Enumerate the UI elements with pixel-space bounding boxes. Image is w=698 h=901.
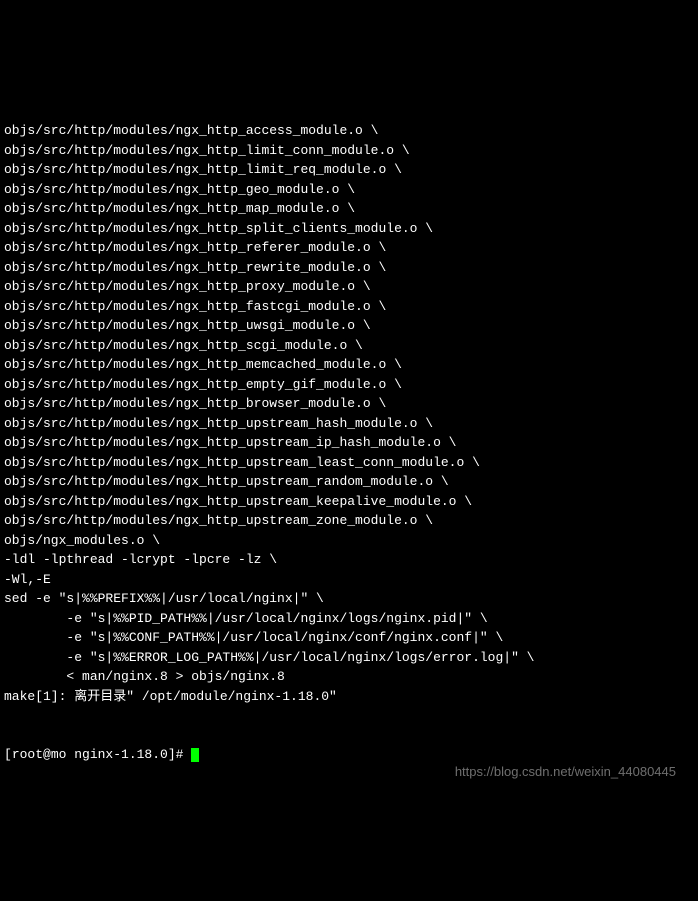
terminal-line: sed -e "s|%%PREFIX%%|/usr/local/nginx|" … — [4, 589, 694, 609]
terminal-line: objs/src/http/modules/ngx_http_access_mo… — [4, 121, 694, 141]
terminal-line: objs/src/http/modules/ngx_http_upstream_… — [4, 492, 694, 512]
terminal-line: objs/src/http/modules/ngx_http_limit_con… — [4, 141, 694, 161]
terminal-line: objs/src/http/modules/ngx_http_memcached… — [4, 355, 694, 375]
terminal-line: make[1]: 离开目录" /opt/module/nginx-1.18.0" — [4, 687, 694, 707]
terminal-line: -ldl -lpthread -lcrypt -lpcre -lz \ — [4, 550, 694, 570]
terminal-line: objs/src/http/modules/ngx_http_fastcgi_m… — [4, 297, 694, 317]
prompt-user-host: root@mo nginx-1.18.0 — [12, 747, 168, 762]
terminal-line: objs/src/http/modules/ngx_http_limit_req… — [4, 160, 694, 180]
terminal-line: objs/src/http/modules/ngx_http_upstream_… — [4, 433, 694, 453]
terminal-line: -Wl,-E — [4, 570, 694, 590]
terminal-line: -e "s|%%PID_PATH%%|/usr/local/nginx/logs… — [4, 609, 694, 629]
terminal-line: objs/src/http/modules/ngx_http_uwsgi_mod… — [4, 316, 694, 336]
terminal-line: -e "s|%%CONF_PATH%%|/usr/local/nginx/con… — [4, 628, 694, 648]
terminal-line: objs/ngx_modules.o \ — [4, 531, 694, 551]
terminal-line: -e "s|%%ERROR_LOG_PATH%%|/usr/local/ngin… — [4, 648, 694, 668]
terminal-lines: objs/src/http/modules/ngx_http_access_mo… — [4, 121, 694, 706]
prompt-line[interactable]: [root@mo nginx-1.18.0]# — [4, 745, 694, 765]
terminal-line: objs/src/http/modules/ngx_http_upstream_… — [4, 414, 694, 434]
watermark-text: https://blog.csdn.net/weixin_44080445 — [455, 762, 676, 782]
terminal-line: objs/src/http/modules/ngx_http_empty_gif… — [4, 375, 694, 395]
terminal-output[interactable]: objs/src/http/modules/ngx_http_access_mo… — [4, 82, 694, 804]
terminal-line: objs/src/http/modules/ngx_http_browser_m… — [4, 394, 694, 414]
terminal-line: objs/src/http/modules/ngx_http_geo_modul… — [4, 180, 694, 200]
terminal-line: objs/src/http/modules/ngx_http_proxy_mod… — [4, 277, 694, 297]
prompt-open-bracket: [ — [4, 747, 12, 762]
terminal-line: objs/src/http/modules/ngx_http_split_cli… — [4, 219, 694, 239]
cursor-icon — [191, 748, 199, 762]
terminal-line: objs/src/http/modules/ngx_http_map_modul… — [4, 199, 694, 219]
terminal-line: < man/nginx.8 > objs/nginx.8 — [4, 667, 694, 687]
terminal-line: objs/src/http/modules/ngx_http_scgi_modu… — [4, 336, 694, 356]
terminal-line: objs/src/http/modules/ngx_http_upstream_… — [4, 453, 694, 473]
prompt-close-bracket: ]# — [168, 747, 191, 762]
terminal-line: objs/src/http/modules/ngx_http_upstream_… — [4, 511, 694, 531]
terminal-line: objs/src/http/modules/ngx_http_referer_m… — [4, 238, 694, 258]
terminal-line: objs/src/http/modules/ngx_http_upstream_… — [4, 472, 694, 492]
terminal-line: objs/src/http/modules/ngx_http_rewrite_m… — [4, 258, 694, 278]
